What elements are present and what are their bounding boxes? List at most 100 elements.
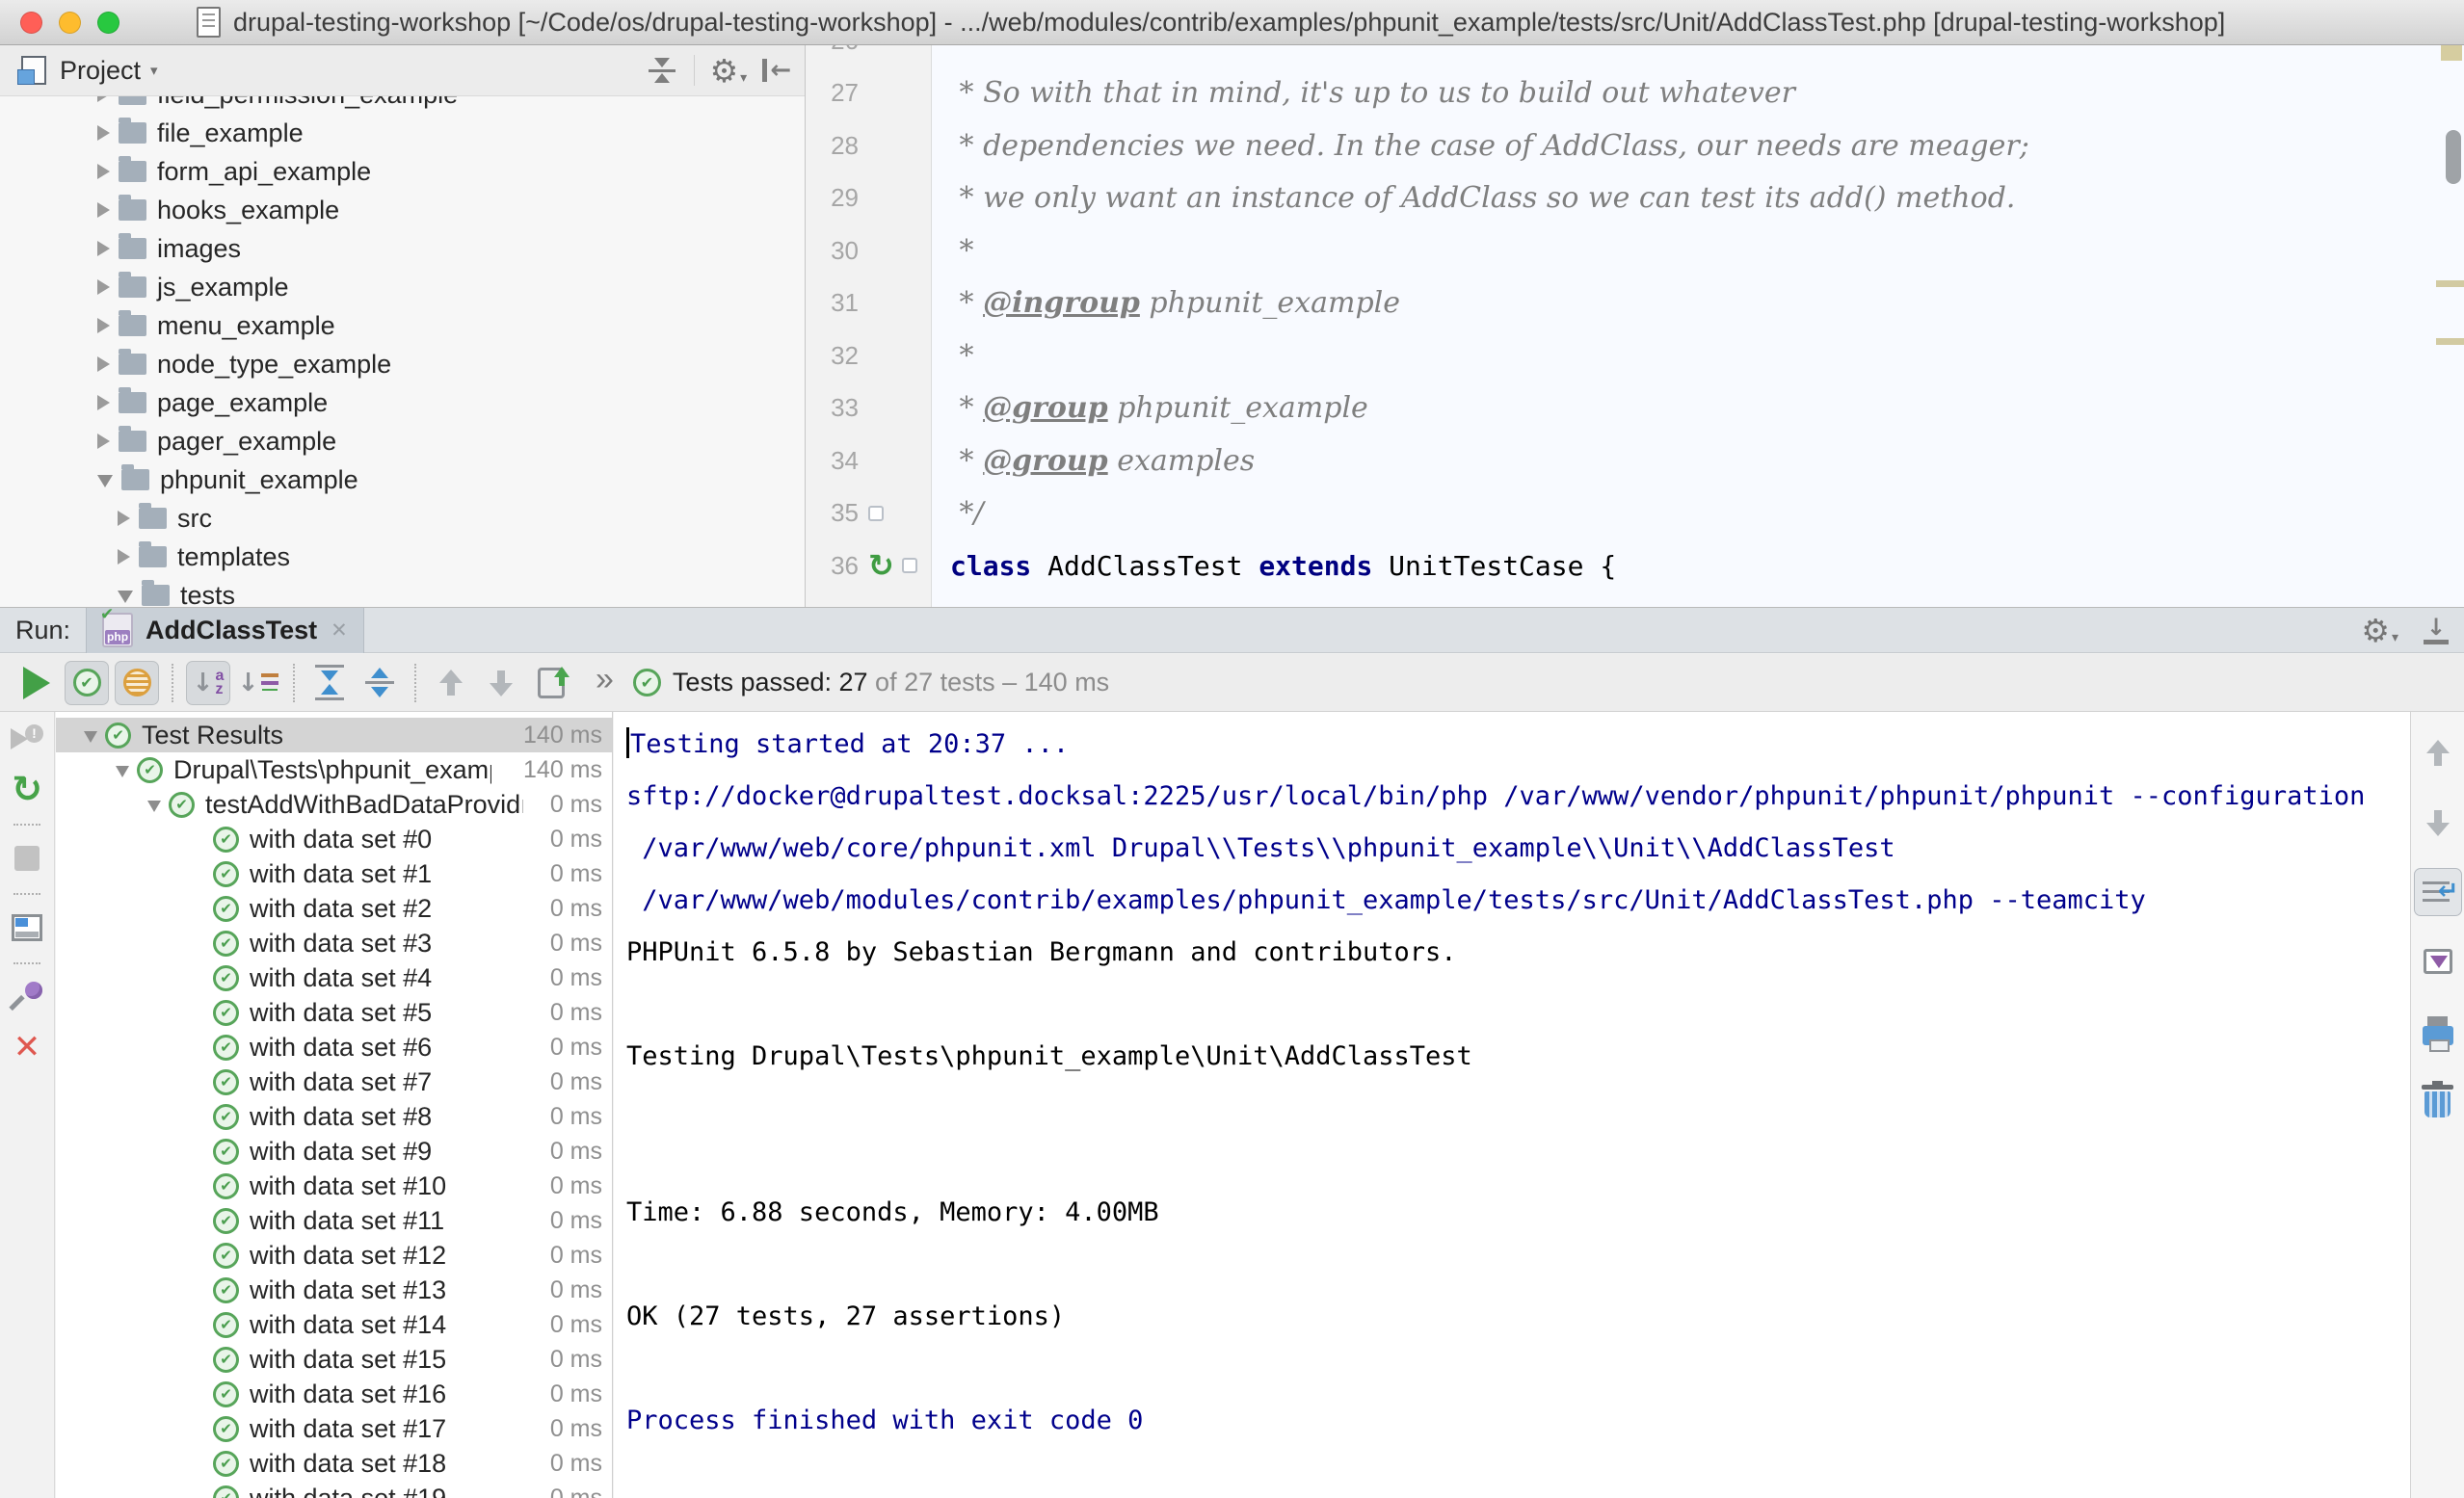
test-row-with-data-set-0[interactable]: with data set #00 ms — [56, 822, 612, 856]
scroll-up-icon[interactable] — [2414, 729, 2462, 777]
test-row-with-data-set-5[interactable]: with data set #50 ms — [56, 995, 612, 1030]
sort-by-duration-icon[interactable] — [236, 661, 280, 705]
expand-arrow-icon[interactable] — [97, 241, 110, 256]
test-row-with-data-set-12[interactable]: with data set #120 ms — [56, 1238, 612, 1273]
collapse-arrow-icon[interactable] — [97, 475, 113, 487]
close-window-icon[interactable] — [20, 12, 42, 34]
expand-arrow-icon[interactable] — [97, 279, 110, 295]
show-ignored-icon[interactable] — [115, 661, 159, 705]
expand-arrow-icon[interactable] — [97, 318, 110, 333]
test-row-with-data-set-4[interactable]: with data set #40 ms — [56, 960, 612, 995]
scroll-to-end-icon[interactable] — [2414, 937, 2462, 986]
test-row-test-results[interactable]: Test Results140 ms — [56, 718, 612, 752]
toggle-auto-test-icon[interactable]: ↻ — [8, 772, 46, 806]
test-row-with-data-set-1[interactable]: with data set #10 ms — [56, 856, 612, 891]
import-export-test-results-icon[interactable] — [529, 661, 573, 705]
restore-layout-icon[interactable] — [8, 910, 46, 945]
test-row-with-data-set-8[interactable]: with data set #80 ms — [56, 1099, 612, 1134]
tree-item-node-type-example[interactable]: node_type_example — [0, 345, 805, 383]
collapse-all-icon[interactable] — [358, 661, 402, 705]
expand-all-icon[interactable] — [307, 661, 352, 705]
collapse-arrow-icon[interactable] — [147, 801, 161, 812]
test-row-with-data-set-18[interactable]: with data set #180 ms — [56, 1446, 612, 1481]
editor-scrollbar-thumb[interactable] — [2446, 130, 2461, 184]
code-text[interactable]: * So with that in mind, it's up to us to… — [950, 76, 1795, 110]
tree-item-pager-example[interactable]: pager_example — [0, 422, 805, 460]
rerun-failed-tests-icon[interactable] — [8, 722, 46, 756]
tree-item-js-example[interactable]: js_example — [0, 268, 805, 306]
tree-item-menu-example[interactable]: menu_example — [0, 306, 805, 345]
test-row-with-data-set-3[interactable]: with data set #30 ms — [56, 926, 612, 960]
pin-tab-icon[interactable] — [8, 980, 46, 1014]
collapse-arrow-icon[interactable] — [116, 766, 129, 777]
code-editor[interactable]: 2627 * So with that in mind, it's up to … — [807, 45, 2464, 607]
show-passed-icon[interactable] — [65, 661, 109, 705]
console-output[interactable]: Testing started at 20:37 ...sftp://docke… — [614, 712, 2410, 1498]
fold-marker-icon[interactable] — [902, 558, 917, 573]
use-soft-wraps-icon[interactable] — [2414, 868, 2462, 916]
tree-item-images[interactable]: images — [0, 229, 805, 268]
expand-arrow-icon[interactable] — [97, 202, 110, 218]
collapse-all-icon[interactable] — [646, 54, 678, 87]
test-row-with-data-set-10[interactable]: with data set #100 ms — [56, 1169, 612, 1203]
close-tab-icon[interactable]: ✕ — [331, 618, 348, 642]
close-icon[interactable]: ✕ — [8, 1030, 46, 1064]
previous-occurrence-icon[interactable] — [429, 661, 473, 705]
test-row-with-data-set-9[interactable]: with data set #90 ms — [56, 1134, 612, 1169]
sort-alphabetically-icon[interactable] — [186, 661, 230, 705]
test-row-with-data-set-6[interactable]: with data set #60 ms — [56, 1030, 612, 1064]
clear-all-icon[interactable] — [2414, 1076, 2462, 1124]
tree-item-page-example[interactable]: page_example — [0, 383, 805, 422]
scroll-down-icon[interactable] — [2414, 799, 2462, 847]
code-text[interactable]: * @group examples — [950, 444, 1255, 478]
next-occurrence-icon[interactable] — [479, 661, 523, 705]
chevron-down-icon[interactable]: ▾ — [150, 62, 158, 79]
expand-arrow-icon[interactable] — [118, 511, 130, 526]
code-text[interactable]: * — [950, 234, 974, 268]
tree-item-tests[interactable]: tests — [0, 576, 805, 607]
code-text[interactable]: * @ingroup phpunit_example — [950, 286, 1400, 320]
collapse-arrow-icon[interactable] — [118, 591, 133, 603]
tree-item-form-api-example[interactable]: form_api_example — [0, 152, 805, 191]
tab-addclasstest[interactable]: AddClassTest ✕ — [86, 608, 364, 653]
test-row-with-data-set-17[interactable]: with data set #170 ms — [56, 1411, 612, 1446]
tree-item-phpunit-example[interactable]: phpunit_example — [0, 460, 805, 499]
fold-marker-icon[interactable] — [868, 506, 884, 521]
test-row-with-data-set-15[interactable]: with data set #150 ms — [56, 1342, 612, 1377]
code-text[interactable]: */ — [950, 496, 984, 530]
tree-item-hooks-example[interactable]: hooks_example — [0, 191, 805, 229]
hide-panel-icon[interactable] — [762, 56, 791, 85]
test-row-with-data-set-7[interactable]: with data set #70 ms — [56, 1064, 612, 1099]
settings-icon[interactable]: ⚙▾ — [710, 55, 748, 87]
minimize-window-icon[interactable] — [59, 12, 81, 34]
expand-arrow-icon[interactable] — [97, 125, 110, 141]
print-icon[interactable] — [2414, 1007, 2462, 1055]
code-text[interactable]: * @group phpunit_example — [950, 391, 1368, 425]
code-text[interactable]: class AddClassTest extends UnitTestCase … — [950, 550, 1616, 582]
stop-icon[interactable] — [8, 841, 46, 876]
settings-icon[interactable]: ⚙▾ — [2361, 615, 2398, 646]
code-text[interactable]: * dependencies we need. In the case of A… — [950, 129, 2029, 163]
test-row-with-data-set-16[interactable]: with data set #160 ms — [56, 1377, 612, 1411]
expand-arrow-icon[interactable] — [97, 96, 110, 102]
expand-arrow-icon[interactable] — [97, 356, 110, 372]
expand-arrow-icon[interactable] — [97, 395, 110, 410]
code-text[interactable]: * we only want an instance of AddClass s… — [950, 181, 2015, 215]
test-row-with-data-set-19[interactable]: with data set #190 ms — [56, 1481, 612, 1498]
tree-item-field-permission-example[interactable]: field_permission_example — [0, 96, 805, 114]
test-row-drupal-tests-phpunit-examp[interactable]: Drupal\Tests\phpunit_examp140 ms — [56, 752, 612, 787]
test-row-with-data-set-13[interactable]: with data set #130 ms — [56, 1273, 612, 1307]
more-chevron-icon[interactable]: » — [596, 661, 614, 698]
test-row-with-data-set-14[interactable]: with data set #140 ms — [56, 1307, 612, 1342]
expand-arrow-icon[interactable] — [118, 549, 130, 565]
run-test-icon[interactable]: ↻ — [868, 550, 894, 581]
expand-arrow-icon[interactable] — [97, 434, 110, 449]
expand-arrow-icon[interactable] — [97, 164, 110, 179]
test-row-with-data-set-2[interactable]: with data set #20 ms — [56, 891, 612, 926]
test-row-testaddwithbaddataprovid[interactable]: testAddWithBadDataProvidı0 ms — [56, 787, 612, 822]
tree-item-templates[interactable]: templates — [0, 538, 805, 576]
tree-item-src[interactable]: src — [0, 499, 805, 538]
rerun-tests-icon[interactable] — [14, 661, 59, 705]
tree-item-file-example[interactable]: file_example — [0, 114, 805, 152]
test-row-with-data-set-11[interactable]: with data set #110 ms — [56, 1203, 612, 1238]
